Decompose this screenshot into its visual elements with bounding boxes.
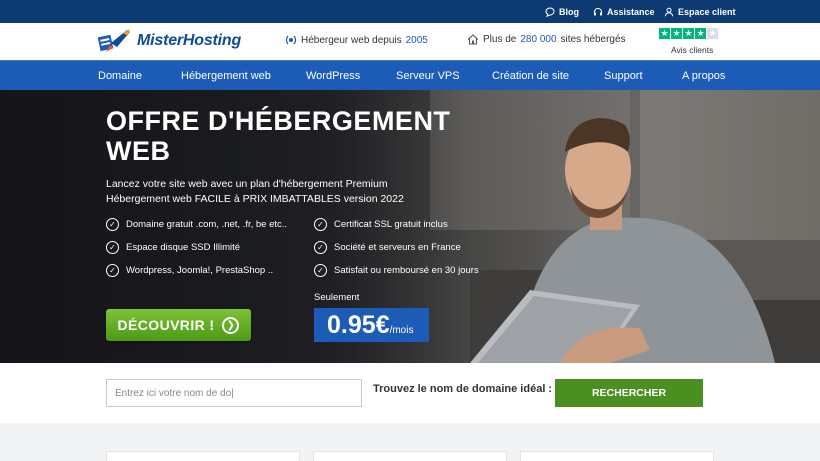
nav-item-serveur-vps[interactable]: Serveur VPS bbox=[396, 61, 460, 90]
site-header: MisterHosting Hébergeur web depuis 2005 … bbox=[0, 23, 820, 60]
headset-icon bbox=[593, 7, 603, 15]
star-empty-icon: ★ bbox=[707, 28, 718, 39]
search-button[interactable]: RECHERCHER bbox=[555, 379, 703, 407]
logo-text: MisterHosting bbox=[137, 32, 242, 49]
since-year: 2005 bbox=[405, 34, 428, 46]
star-icon: ★ bbox=[659, 28, 670, 39]
price-prefix: Seulement bbox=[314, 292, 360, 303]
domain-search-label: Trouvez le nom de domaine idéal : bbox=[373, 383, 553, 395]
feature-label: Certificat SSL gratuit inclus bbox=[334, 219, 448, 230]
check-circle-icon: ✓ bbox=[314, 218, 327, 231]
nav-item-wordpress[interactable]: WordPress bbox=[306, 61, 360, 90]
client-area-link[interactable]: Espace client bbox=[664, 0, 736, 23]
assistance-link[interactable]: Assistance bbox=[593, 0, 655, 23]
check-circle-icon: ✓ bbox=[106, 218, 119, 231]
star-icon: ★ bbox=[683, 28, 694, 39]
feature-item: ✓ Domaine gratuit .com, .net, .fr, be et… bbox=[106, 218, 287, 231]
rating-label[interactable]: Avis clients bbox=[671, 45, 713, 55]
nav-item-a-propos[interactable]: A propos bbox=[682, 61, 725, 90]
sites-count: 280 000 bbox=[520, 34, 557, 45]
feature-label: Domaine gratuit .com, .net, .fr, be etc.… bbox=[126, 219, 288, 230]
discover-label: DÉCOUVRIR ! bbox=[117, 317, 215, 333]
since-info: Hébergeur web depuis 2005 bbox=[285, 34, 428, 46]
feature-label: Wordpress, Joomla!, PrestaShop .. bbox=[126, 265, 274, 276]
sites-prefix: Plus de bbox=[483, 34, 517, 45]
feature-item: ✓ Espace disque SSD Illimité bbox=[106, 241, 240, 254]
offer-card bbox=[520, 451, 714, 461]
chat-icon bbox=[545, 6, 555, 17]
logo[interactable]: MisterHosting bbox=[97, 27, 241, 55]
rating-stars[interactable]: ★ ★ ★ ★ ★ bbox=[659, 28, 718, 39]
feature-label: Société et serveurs en France bbox=[334, 242, 461, 253]
feature-label: Espace disque SSD Illimité bbox=[126, 242, 241, 253]
nav-item-creation-site[interactable]: Création de site bbox=[492, 61, 569, 90]
client-area-label: Espace client bbox=[678, 6, 736, 17]
feature-item: ✓ Certificat SSL gratuit inclus bbox=[314, 218, 448, 231]
user-icon bbox=[664, 7, 674, 16]
assistance-label: Assistance bbox=[607, 6, 655, 17]
chevron-right-icon: ❯ bbox=[222, 316, 240, 334]
blog-link[interactable]: Blog bbox=[545, 0, 579, 23]
price-unit: /mois bbox=[389, 325, 414, 336]
check-circle-icon: ✓ bbox=[314, 264, 327, 277]
rocket-logo-icon bbox=[97, 29, 130, 52]
feature-item: ✓ Satisfait ou remboursé en 30 jours bbox=[314, 264, 479, 277]
top-bar: Blog Assistance Espace client bbox=[0, 0, 820, 23]
feature-label: Satisfait ou remboursé en 30 jours bbox=[334, 265, 479, 276]
blog-label: Blog bbox=[559, 6, 579, 17]
sites-suffix: sites hébergés bbox=[560, 34, 626, 45]
since-text: Hébergeur web depuis bbox=[301, 34, 402, 46]
offer-card bbox=[313, 451, 507, 461]
domain-search-input[interactable] bbox=[106, 379, 362, 407]
nav-item-domaine[interactable]: Domaine bbox=[98, 61, 142, 90]
check-circle-icon: ✓ bbox=[106, 241, 119, 254]
hero-title: OFFRE D'HÉBERGEMENT WEB bbox=[106, 106, 451, 166]
laurel-icon bbox=[285, 35, 297, 45]
main-nav: Domaine Hébergement web WordPress Serveu… bbox=[0, 60, 820, 90]
price-box: 0.95€ /mois bbox=[314, 308, 429, 342]
check-circle-icon: ✓ bbox=[314, 241, 327, 254]
feature-item: ✓ Société et serveurs en France bbox=[314, 241, 461, 254]
price-amount: 0.95€ bbox=[327, 311, 390, 339]
hero-subtitle: Lancez votre site web avec un plan d'héb… bbox=[106, 178, 404, 205]
feature-item: ✓ Wordpress, Joomla!, PrestaShop .. bbox=[106, 264, 273, 277]
discover-button[interactable]: DÉCOUVRIR ! ❯ bbox=[106, 309, 251, 341]
star-icon: ★ bbox=[695, 28, 706, 39]
sites-info: Plus de 280 000 sites hébergés bbox=[467, 34, 626, 45]
home-icon bbox=[467, 34, 479, 45]
offer-card bbox=[106, 451, 300, 461]
nav-item-hebergement-web[interactable]: Hébergement web bbox=[181, 61, 271, 90]
check-circle-icon: ✓ bbox=[106, 264, 119, 277]
nav-item-support[interactable]: Support bbox=[604, 61, 643, 90]
star-icon: ★ bbox=[671, 28, 682, 39]
